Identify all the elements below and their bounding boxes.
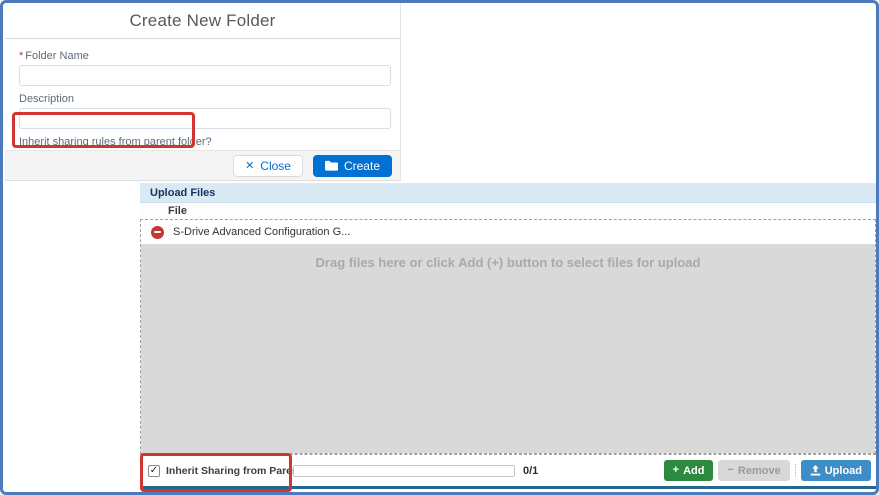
folder-name-label: *Folder Name xyxy=(19,50,392,62)
upload-bottom-bar: ✓ Inherit Sharing from Parent Folder 0/1… xyxy=(140,454,876,486)
required-asterisk: * xyxy=(19,50,23,62)
button-separator xyxy=(795,464,796,477)
dropzone-hint-text: Drag files here or click Add (+) button … xyxy=(316,255,701,270)
create-new-folder-dialog: Create New Folder *Folder Name Descripti… xyxy=(5,3,401,181)
upload-icon xyxy=(810,465,821,476)
screenshot-root: { "colors": { "frame-blue": "#4b7bbe", "… xyxy=(0,0,879,495)
inherit-sharing-label: Inherit sharing rules from parent folder… xyxy=(19,136,392,148)
create-button[interactable]: Create xyxy=(313,155,392,177)
remove-file-icon[interactable] xyxy=(151,226,164,239)
folder-name-label-text: Folder Name xyxy=(25,50,89,62)
add-button[interactable]: + Add xyxy=(664,460,714,481)
upload-files-panel: Upload Files File S-Drive Advanced Confi… xyxy=(140,183,876,489)
dialog-footer: ✕ Close Create xyxy=(5,150,400,180)
file-name: S-Drive Advanced Configuration G... xyxy=(173,226,350,238)
create-button-label: Create xyxy=(344,159,380,173)
minus-bar xyxy=(154,231,161,233)
file-column-header: File xyxy=(140,203,876,219)
dialog-body: *Folder Name Description Inherit sharing… xyxy=(5,39,400,164)
file-row: S-Drive Advanced Configuration G... xyxy=(141,220,875,244)
folder-icon xyxy=(325,160,338,171)
description-label: Description xyxy=(19,93,392,105)
upload-button-label: Upload xyxy=(825,465,862,477)
upload-dropzone-container: S-Drive Advanced Configuration G... Drag… xyxy=(140,219,876,454)
description-input[interactable] xyxy=(19,108,391,129)
close-button[interactable]: ✕ Close xyxy=(233,155,303,177)
upload-panel-title: Upload Files xyxy=(140,183,876,203)
description-field: Description xyxy=(19,93,392,129)
folder-name-field: *Folder Name xyxy=(19,50,392,86)
dialog-title: Create New Folder xyxy=(129,11,275,31)
add-button-label: Add xyxy=(683,465,704,477)
inherit-sharing-group: ✓ Inherit Sharing from Parent Folder xyxy=(148,465,293,477)
check-icon: ✓ xyxy=(150,466,158,476)
remove-button[interactable]: − Remove xyxy=(718,460,789,481)
minus-icon: − xyxy=(727,465,733,476)
upload-button[interactable]: Upload xyxy=(801,460,871,481)
dialog-header: Create New Folder xyxy=(5,3,400,39)
close-icon: ✕ xyxy=(245,159,254,172)
close-button-label: Close xyxy=(260,159,291,173)
dropzone[interactable]: Drag files here or click Add (+) button … xyxy=(141,244,875,453)
inherit-sharing-from-parent-checkbox[interactable]: ✓ xyxy=(148,465,160,477)
remove-button-label: Remove xyxy=(738,465,781,477)
upload-progress-count: 0/1 xyxy=(523,465,538,477)
folder-name-input[interactable] xyxy=(19,65,391,86)
plus-icon: + xyxy=(673,465,679,476)
upload-progress-bar xyxy=(293,465,515,477)
